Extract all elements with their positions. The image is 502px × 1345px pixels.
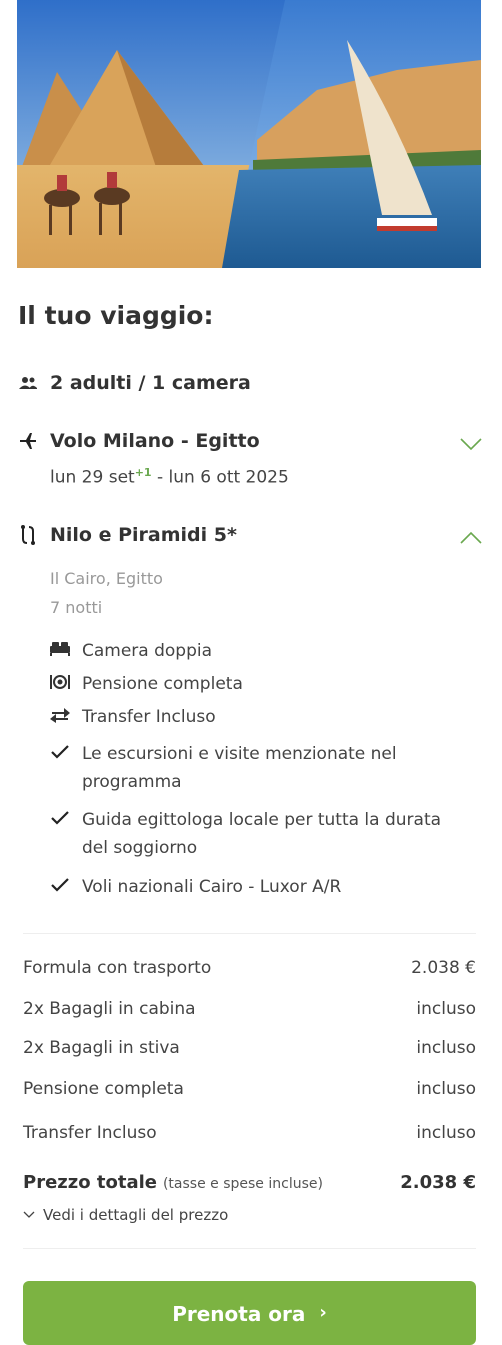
guests-row: 2 adulti / 1 camera: [18, 372, 251, 394]
feature-text: Le escursioni e visite menzionate nel pr…: [82, 744, 397, 792]
dining-icon: [50, 672, 70, 692]
check-icon: [50, 808, 70, 828]
chevron-up-icon[interactable]: [460, 530, 482, 549]
price-label: Transfer Incluso: [23, 1123, 157, 1143]
divider: [23, 933, 476, 934]
flight-row[interactable]: Volo Milano - Egitto: [18, 430, 260, 452]
route-icon: [18, 525, 38, 545]
price-label: 2x Bagagli in cabina: [23, 999, 196, 1019]
bed-icon: [50, 639, 70, 659]
price-value: incluso: [416, 1123, 476, 1143]
feature-text: Camera doppia: [82, 641, 213, 661]
divider: [23, 1248, 476, 1249]
price-label: Formula con trasporto: [23, 958, 212, 978]
total-value: 2.038 €: [400, 1172, 476, 1193]
plane-icon: [18, 431, 38, 451]
flight-title: Volo Milano - Egitto: [50, 430, 260, 452]
price-details-label: Vedi i dettagli del prezzo: [43, 1206, 229, 1224]
price-details-link[interactable]: Vedi i dettagli del prezzo: [23, 1206, 228, 1224]
hotel-nights: 7 notti: [50, 598, 103, 617]
feature-item: Guida egittologa locale per tutta la dur…: [50, 806, 472, 862]
feature-item: Voli nazionali Cairo - Luxor A/R: [50, 873, 472, 901]
price-value: incluso: [416, 1038, 476, 1058]
total-note: (tasse e spese incluse): [162, 1176, 323, 1192]
price-row: 2x Bagagli in stiva incluso: [23, 1038, 476, 1058]
hotel-location: Il Cairo, Egitto: [50, 569, 163, 588]
price-row: 2x Bagagli in cabina incluso: [23, 999, 476, 1019]
feature-text: Guida egittologa locale per tutta la dur…: [82, 810, 442, 858]
hotel-row[interactable]: Nilo e Piramidi 5*: [18, 524, 237, 546]
egypt-hero-image: [17, 0, 481, 268]
feature-text: Voli nazionali Cairo - Luxor A/R: [82, 877, 342, 897]
total-price-row: Prezzo totale (tasse e spese incluse) 2.0…: [23, 1172, 476, 1193]
people-icon: [18, 373, 38, 393]
feature-item: Le escursioni e visite menzionate nel pr…: [50, 740, 472, 796]
feature-item: Pensione completa: [50, 670, 472, 698]
chevron-right-icon: ›: [319, 1302, 327, 1323]
feature-text: Transfer Incluso: [82, 707, 216, 727]
plus-day-badge: +1: [134, 466, 152, 479]
flight-date-return: - lun 6 ott 2025: [156, 467, 289, 488]
chevron-down-icon[interactable]: [460, 436, 482, 455]
page-title: Il tuo viaggio:: [18, 301, 214, 330]
price-row: Formula con trasporto 2.038 €: [23, 958, 476, 978]
feature-item: Camera doppia: [50, 637, 472, 665]
check-icon: [50, 875, 70, 895]
feature-text: Pensione completa: [82, 674, 243, 694]
price-row: Pensione completa incluso: [23, 1079, 476, 1099]
book-now-label: Prenota ora: [172, 1302, 306, 1326]
flight-dates: lun 29 set+1 - lun 6 ott 2025: [50, 466, 289, 488]
price-label: 2x Bagagli in stiva: [23, 1038, 180, 1058]
price-label: Pensione completa: [23, 1079, 184, 1099]
price-row: Transfer Incluso incluso: [23, 1123, 476, 1143]
feature-item: Transfer Incluso: [50, 703, 472, 731]
check-icon: [50, 742, 70, 762]
transfer-icon: [50, 705, 70, 725]
price-value: 2.038 €: [411, 958, 476, 978]
chevron-down-icon: [23, 1211, 35, 1218]
book-now-button[interactable]: Prenota ora ›: [23, 1281, 476, 1345]
flight-date-out: lun 29 set: [50, 467, 135, 488]
hotel-title: Nilo e Piramidi 5*: [50, 524, 237, 546]
total-label: Prezzo totale: [23, 1172, 157, 1193]
price-value: incluso: [416, 999, 476, 1019]
guests-label: 2 adulti / 1 camera: [50, 372, 251, 394]
price-value: incluso: [416, 1079, 476, 1099]
